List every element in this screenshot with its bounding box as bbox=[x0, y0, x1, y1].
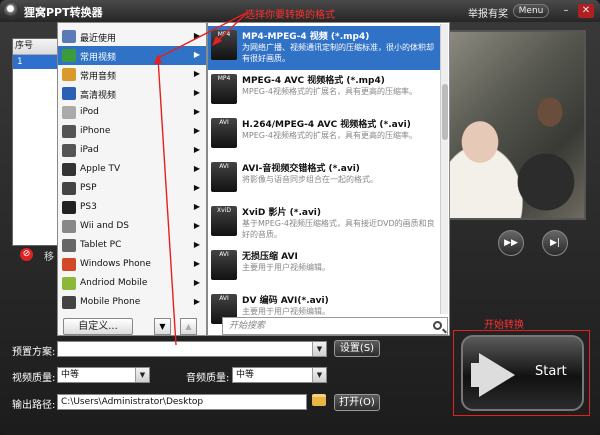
annotation-arrow-line bbox=[157, 11, 249, 59]
annotation-arrows bbox=[154, 11, 249, 346]
annotation-arrow-line bbox=[157, 57, 177, 346]
app-window: 狸窝PPT转换器 举报有奖 Menu – ✕ 序号 1 ⊘ 移 ▶▶ ▶| 预置… bbox=[0, 0, 600, 435]
annotation-arrowhead bbox=[154, 54, 162, 64]
